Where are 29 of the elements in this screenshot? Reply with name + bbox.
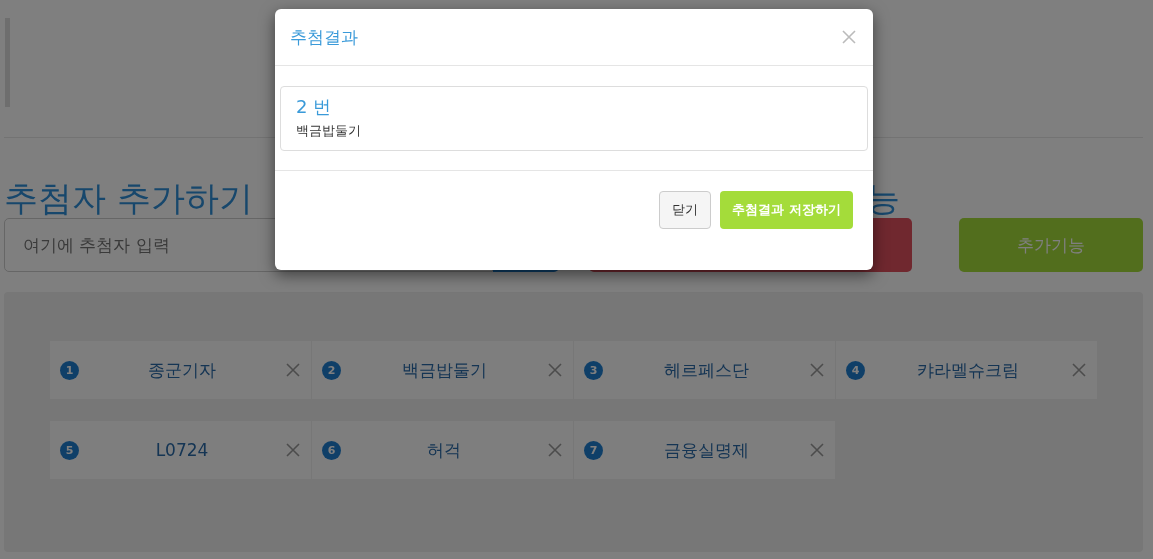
remove-icon[interactable] [547,442,563,458]
number-badge: 6 [322,440,341,460]
remove-icon[interactable] [809,362,825,378]
save-button[interactable]: 추첨결과 저장하기 [720,191,853,229]
number-badge: 1 [60,360,79,380]
result-number: 2 번 [296,95,333,119]
entry-name: 헤르페스단 [662,358,750,382]
entry-name: 캬라멜슈크림 [916,358,1020,382]
close-icon[interactable] [841,29,857,45]
number-badge: 7 [584,440,603,460]
entry-name: 종군기자 [147,358,217,382]
entry-name: 허걱 [426,438,462,462]
entry-name: 금융실명제 [662,438,750,462]
section-heading: 추첨자 추가하기 [4,177,253,220]
remove-icon[interactable] [1071,362,1087,378]
remove-icon[interactable] [809,442,825,458]
remove-icon[interactable] [285,442,301,458]
remove-icon[interactable] [285,362,301,378]
close-button[interactable]: 닫기 [659,191,712,229]
entry-name: L0724 [154,440,210,460]
number-badge: 4 [846,360,865,380]
entry-name: 백금밥둘기 [400,358,488,382]
result-name: 백금밥둘기 [296,122,362,140]
number-badge: 3 [584,360,603,380]
number-badge: 2 [322,360,341,380]
number-badge: 5 [60,440,79,460]
modal-title: 추첨결과 [290,25,358,49]
remove-icon[interactable] [547,362,563,378]
extra-button[interactable]: 추가기능 [959,218,1143,272]
